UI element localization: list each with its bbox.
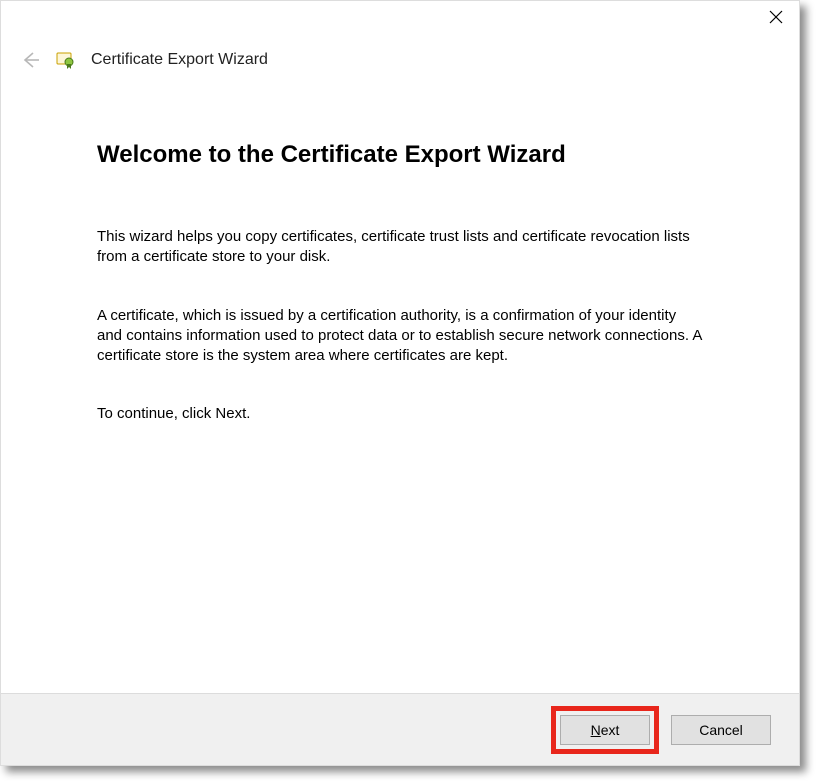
intro-paragraph-2: A certificate, which is issued by a cert… [97,306,703,367]
wizard-content: Welcome to the Certificate Export Wizard… [1,81,799,693]
next-button-highlight: Next [551,706,659,754]
certificate-icon [55,49,77,71]
close-button[interactable] [753,1,799,33]
titlebar [1,1,799,43]
wizard-header: Certificate Export Wizard [1,43,799,81]
wizard-footer: Next Cancel [1,693,799,765]
back-arrow-icon [19,49,41,71]
continue-paragraph: To continue, click Next. [97,404,703,424]
welcome-heading: Welcome to the Certificate Export Wizard [97,141,703,169]
wizard-window: Certificate Export Wizard Welcome to the… [0,0,800,766]
next-button[interactable]: Next [560,715,650,745]
intro-paragraph-1: This wizard helps you copy certificates,… [97,227,703,268]
cancel-button[interactable]: Cancel [671,715,771,745]
wizard-title: Certificate Export Wizard [91,51,268,69]
close-icon [769,10,783,24]
